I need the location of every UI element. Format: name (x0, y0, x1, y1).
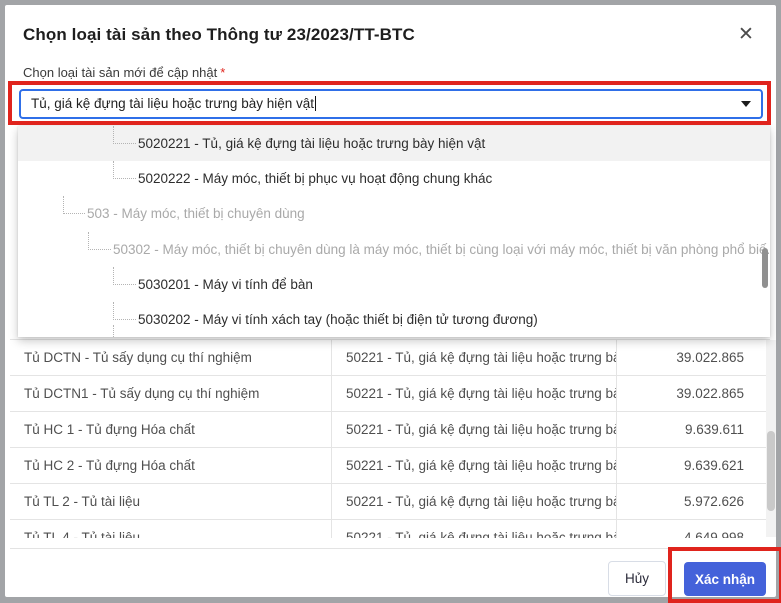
asset-table: Tủ DCTN - Tủ sấy dụng cụ thí nghiệm 5022… (10, 339, 770, 538)
asset-type-combobox[interactable]: Tủ, giá kệ đựng tài liệu hoặc trưng bày … (19, 89, 763, 119)
asset-value-cell: 4.649.998 (683, 530, 744, 538)
tree-connector-icon (113, 325, 115, 337)
asset-type-cell: 50221 - Tủ, giá kệ đựng tài liệu hoặc tr… (332, 448, 617, 483)
table-row[interactable]: Tủ TL 4 - Tủ tài liệu 50221 - Tủ, giá kệ… (10, 520, 770, 538)
asset-type-cell: 50221 - Tủ, giá kệ đựng tài liệu hoặc tr… (332, 484, 617, 519)
tree-connector-icon (113, 126, 136, 144)
dropdown-arrow-icon[interactable] (741, 101, 751, 107)
asset-name-cell: Tủ HC 2 - Tủ đựng Hóa chất (10, 448, 332, 483)
table-row[interactable]: Tủ HC 2 - Tủ đựng Hóa chất 50221 - Tủ, g… (10, 448, 770, 484)
asset-value-cell: 39.022.865 (676, 386, 744, 401)
close-icon[interactable]: ✕ (734, 23, 758, 47)
asset-value-cell: 9.639.611 (684, 422, 744, 437)
tree-connector-icon (113, 161, 136, 180)
asset-name-cell: Tủ DCTN1 - Tủ sấy dụng cụ thí nghiệm (10, 376, 332, 411)
dropdown-option[interactable]: 5030201 - Máy vi tính để bàn (18, 266, 770, 302)
tree-connector-icon (88, 231, 111, 250)
dropdown-option[interactable]: 5020221 - Tủ, giá kệ đựng tài liệu hoặc … (18, 126, 770, 162)
table-row[interactable]: Tủ DCTN - Tủ sấy dụng cụ thí nghiệm 5022… (10, 340, 770, 376)
dialog-title: Chọn loại tài sản theo Thông tư 23/2023/… (23, 25, 415, 44)
asset-name-cell: Tủ TL 2 - Tủ tài liệu (10, 484, 332, 519)
asset-type-cell: 50221 - Tủ, giá kệ đựng tài liệu hoặc tr… (332, 376, 617, 411)
dropdown-option[interactable]: 5020222 - Máy móc, thiết bị phục vụ hoạt… (18, 161, 770, 196)
asset-type-cell: 50221 - Tủ, giá kệ đựng tài liệu hoặc tr… (332, 520, 617, 538)
dropdown-option-group: 50302 - Máy móc, thiết bị chuyên dùng là… (18, 231, 770, 267)
tree-connector-icon (113, 301, 136, 320)
field-label-text: Chọn loại tài sản mới để cập nhật (23, 65, 218, 80)
asset-type-cell: 50221 - Tủ, giá kệ đựng tài liệu hoặc tr… (332, 340, 617, 375)
table-row[interactable]: Tủ DCTN1 - Tủ sấy dụng cụ thí nghiệm 502… (10, 376, 770, 412)
confirm-button[interactable]: Xác nhận (684, 562, 766, 596)
dropdown-option-group: 503 - Máy móc, thiết bị chuyên dùng (18, 196, 770, 231)
table-scrollbar-thumb[interactable] (767, 431, 775, 511)
combobox-value: Tủ, giá kệ đựng tài liệu hoặc trưng bày … (31, 95, 316, 111)
dropdown-scrollbar[interactable] (762, 248, 768, 288)
cancel-button[interactable]: Hủy (608, 561, 666, 596)
asset-type-dropdown-list: 5020221 - Tủ, giá kệ đựng tài liệu hoặc … (18, 126, 770, 337)
footer-divider (10, 548, 781, 549)
table-row[interactable]: Tủ HC 1 - Tủ đựng Hóa chất 50221 - Tủ, g… (10, 412, 770, 448)
asset-name-cell: Tủ DCTN - Tủ sấy dụng cụ thí nghiệm (10, 340, 332, 375)
table-row[interactable]: Tủ TL 2 - Tủ tài liệu 50221 - Tủ, giá kệ… (10, 484, 770, 520)
asset-type-dialog: Chọn loại tài sản theo Thông tư 23/2023/… (5, 5, 781, 603)
text-cursor (315, 95, 316, 111)
field-label: Chọn loại tài sản mới để cập nhật * (23, 65, 225, 80)
asset-name-cell: Tủ TL 4 - Tủ tài liệu (10, 520, 332, 538)
asset-value-cell: 9.639.621 (683, 458, 744, 473)
asset-value-cell: 39.022.865 (676, 350, 744, 365)
asset-name-cell: Tủ HC 1 - Tủ đựng Hóa chất (10, 412, 332, 447)
tree-connector-icon (113, 266, 136, 285)
dropdown-option[interactable]: 5030202 - Máy vi tính xách tay (hoặc thi… (18, 301, 770, 337)
asset-value-cell: 5.972.626 (683, 494, 744, 509)
tree-connector-icon (63, 196, 85, 215)
required-asterisk: * (220, 65, 226, 80)
asset-type-cell: 50221 - Tủ, giá kệ đựng tài liệu hoặc tr… (332, 412, 617, 447)
